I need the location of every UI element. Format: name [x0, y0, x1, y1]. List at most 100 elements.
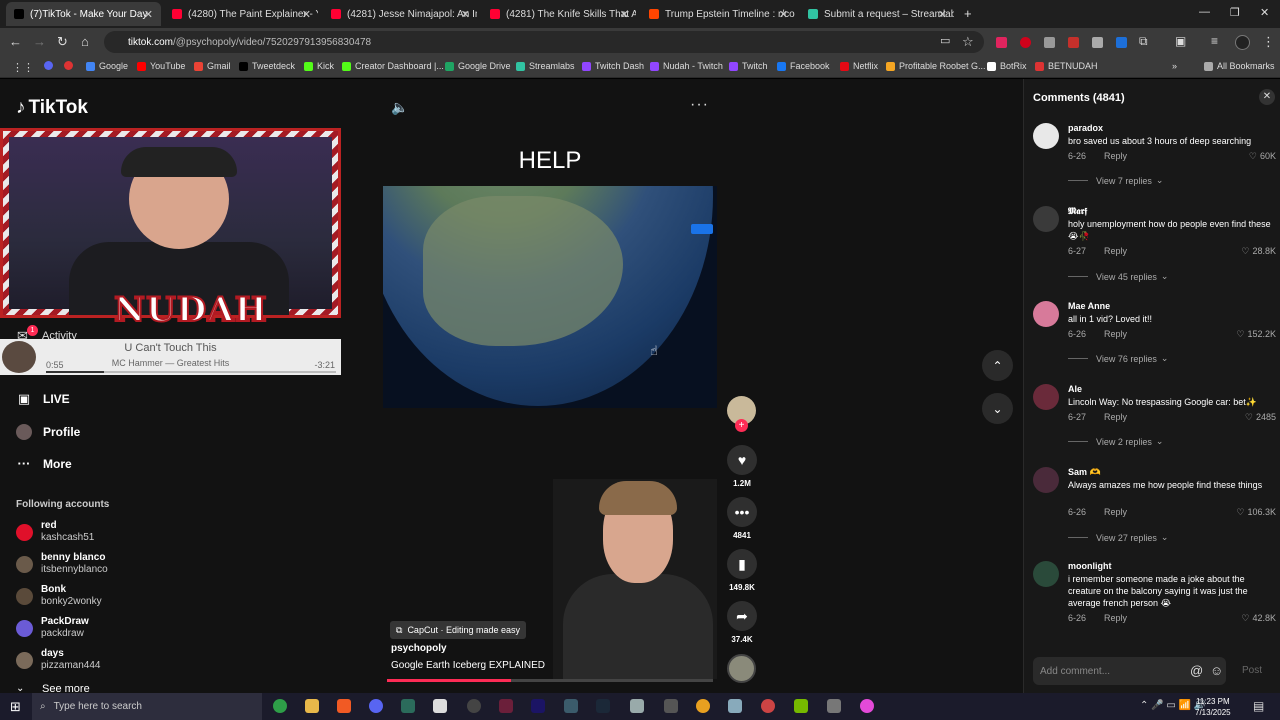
comment-likes[interactable]: ♡ 106.3K	[1236, 507, 1276, 518]
extension-icon[interactable]	[1020, 37, 1031, 48]
bookmark-item[interactable]: Kick	[304, 61, 334, 71]
forward-icon[interactable]: →	[33, 34, 46, 49]
home-icon[interactable]: ⌂	[81, 34, 89, 49]
browser-menu-icon[interactable]: ⋮	[1262, 34, 1275, 50]
close-tab-icon[interactable]: ✕	[938, 8, 947, 21]
bookmark-star-icon[interactable]: ☆	[962, 34, 974, 50]
bookmark-item[interactable]: Google	[86, 61, 128, 71]
comment-username[interactable]: Mae Anne	[1068, 301, 1110, 311]
bookmark-item[interactable]: Creator Dashboard |...	[342, 61, 444, 71]
close-tab-icon[interactable]: ✕	[779, 8, 788, 21]
chrome-taskbar-icon[interactable]	[273, 699, 287, 713]
app-taskbar-icon[interactable]	[499, 699, 513, 713]
bookmark-item[interactable]: Netflix	[840, 61, 878, 71]
view-replies-button[interactable]: View 27 replies ⌄	[1068, 532, 1168, 543]
sidepanel-icon[interactable]: ▣	[1175, 34, 1186, 48]
bookmark-item[interactable]: Gmail	[194, 61, 231, 71]
volume-icon[interactable]: 🔈	[391, 99, 408, 116]
nav-profile[interactable]: Profile	[16, 424, 80, 440]
app-taskbar-icon[interactable]	[696, 699, 710, 713]
comment-username[interactable]: Sam 🫶	[1068, 467, 1101, 478]
explorer-taskbar-icon[interactable]	[305, 699, 319, 713]
all-bookmarks[interactable]: All Bookmarks	[1204, 61, 1275, 71]
browser-tab[interactable]: (4281) The Knife Skills That Act ✕	[482, 2, 637, 26]
close-tab-icon[interactable]: ✕	[302, 8, 311, 21]
commenter-avatar[interactable]	[1033, 561, 1059, 587]
follow-plus-button[interactable]: +	[735, 419, 748, 432]
bookmark-discord-icon[interactable]	[44, 61, 57, 70]
notification-icon[interactable]: ▤	[1253, 699, 1264, 713]
extension-icon[interactable]	[1044, 37, 1055, 48]
browser-tab[interactable]: Trump Epstein Timeline : r/cons ✕	[641, 2, 796, 26]
following-account[interactable]: Bonk bonky2wonky	[16, 584, 102, 608]
post-button[interactable]: Post	[1242, 665, 1262, 676]
comment-action[interactable]: ••• 4841	[726, 497, 758, 540]
previous-video-button[interactable]: ⌃	[982, 350, 1013, 381]
google-earth-clip[interactable]	[383, 186, 717, 408]
following-account[interactable]: days pizzaman444	[16, 648, 100, 672]
commenter-avatar[interactable]	[1033, 206, 1059, 232]
capcut-badge[interactable]: ⧉ CapCut · Editing made easy	[390, 621, 526, 639]
video-author[interactable]: psychopoly	[391, 643, 447, 654]
browser-tab[interactable]: (7)TikTok - Make Your Day ✕	[6, 2, 161, 26]
extension-icon[interactable]	[1068, 37, 1079, 48]
share-action[interactable]: ➦ 37.4K	[726, 601, 758, 644]
install-app-icon[interactable]: ▭	[940, 34, 950, 47]
brave-taskbar-icon[interactable]	[337, 699, 351, 713]
nav-live[interactable]: ▣ LIVE	[16, 391, 70, 407]
reply-button[interactable]: Reply	[1104, 329, 1127, 339]
windows-start-icon[interactable]: ⊞	[10, 699, 21, 715]
xbox-taskbar-icon[interactable]	[564, 699, 578, 713]
back-icon[interactable]: ←	[9, 34, 22, 49]
tiktok-logo[interactable]: ♪ TikTok	[16, 97, 88, 119]
maximize-button[interactable]: ❐	[1230, 6, 1240, 19]
discord-taskbar-icon[interactable]	[369, 699, 383, 713]
view-replies-button[interactable]: View 7 replies ⌄	[1068, 175, 1163, 186]
comment-likes[interactable]: ♡ 60K	[1249, 151, 1276, 162]
premiere-taskbar-icon[interactable]	[531, 699, 545, 713]
bookmark-red-icon[interactable]	[64, 61, 77, 70]
app-taskbar-icon[interactable]	[761, 699, 775, 713]
extension-icon[interactable]	[1092, 37, 1103, 48]
bookmark-item[interactable]: BETNUDAH	[1035, 61, 1098, 71]
comment-likes[interactable]: ♡ 2485	[1245, 412, 1276, 423]
close-window-button[interactable]: ✕	[1260, 6, 1269, 19]
nav-more[interactable]: ··· More	[16, 456, 72, 472]
following-account[interactable]: benny blanco itsbennyblanco	[16, 552, 108, 576]
app-taskbar-icon[interactable]	[664, 699, 678, 713]
browser-tab[interactable]: (4281) Jesse Nimajapol: An Inte ✕	[323, 2, 478, 26]
taskbar-search[interactable]: ⌕ Type here to search	[32, 693, 262, 720]
bookmark-item[interactable]: BotRix	[987, 61, 1027, 71]
reply-button[interactable]: Reply	[1104, 151, 1127, 161]
bookmark-item[interactable]: Twitch	[729, 61, 768, 71]
browser-tab[interactable]: (4280) The Paint Explainer - You ✕	[164, 2, 319, 26]
save-action[interactable]: ▮ 149.8K	[726, 549, 758, 592]
extension-icon[interactable]	[1116, 37, 1127, 48]
view-replies-button[interactable]: View 2 replies ⌄	[1068, 436, 1163, 447]
taskbar-clock[interactable]: 11:23 PM 7/13/2025	[1195, 696, 1231, 718]
bookmark-item[interactable]: Streamlabs	[516, 61, 575, 71]
bookmark-item[interactable]: Tweetdeck	[239, 61, 295, 71]
bookmark-item[interactable]: Google Drive	[445, 61, 511, 71]
mention-icon[interactable]: @	[1190, 663, 1203, 678]
bookmark-item[interactable]: Facebook	[777, 61, 830, 71]
extension-icon[interactable]	[996, 37, 1007, 48]
video-progress-bar[interactable]	[387, 679, 713, 682]
following-account[interactable]: PackDraw packdraw	[16, 616, 89, 640]
app-taskbar-icon[interactable]	[401, 699, 415, 713]
comment-likes[interactable]: ♡ 42.8K	[1241, 613, 1276, 624]
sound-disc[interactable]	[727, 654, 756, 683]
bookmark-item[interactable]: Nudah - Twitch	[650, 61, 723, 71]
calculator-taskbar-icon[interactable]	[827, 699, 841, 713]
commenter-avatar[interactable]	[1033, 467, 1059, 493]
comment-username[interactable]: moonlight	[1068, 561, 1112, 571]
commenter-avatar[interactable]	[1033, 123, 1059, 149]
view-replies-button[interactable]: View 76 replies ⌄	[1068, 353, 1168, 364]
reply-button[interactable]: Reply	[1104, 613, 1127, 623]
view-replies-button[interactable]: View 45 replies ⌄	[1068, 271, 1168, 282]
reply-button[interactable]: Reply	[1104, 246, 1127, 256]
app-taskbar-icon[interactable]	[630, 699, 644, 713]
close-tab-icon[interactable]: ✕	[461, 8, 470, 21]
url-input[interactable]: tiktok.com/@psychopoly/video/75202979139…	[104, 31, 984, 53]
like-action[interactable]: ♥ 1.2M	[726, 445, 758, 488]
